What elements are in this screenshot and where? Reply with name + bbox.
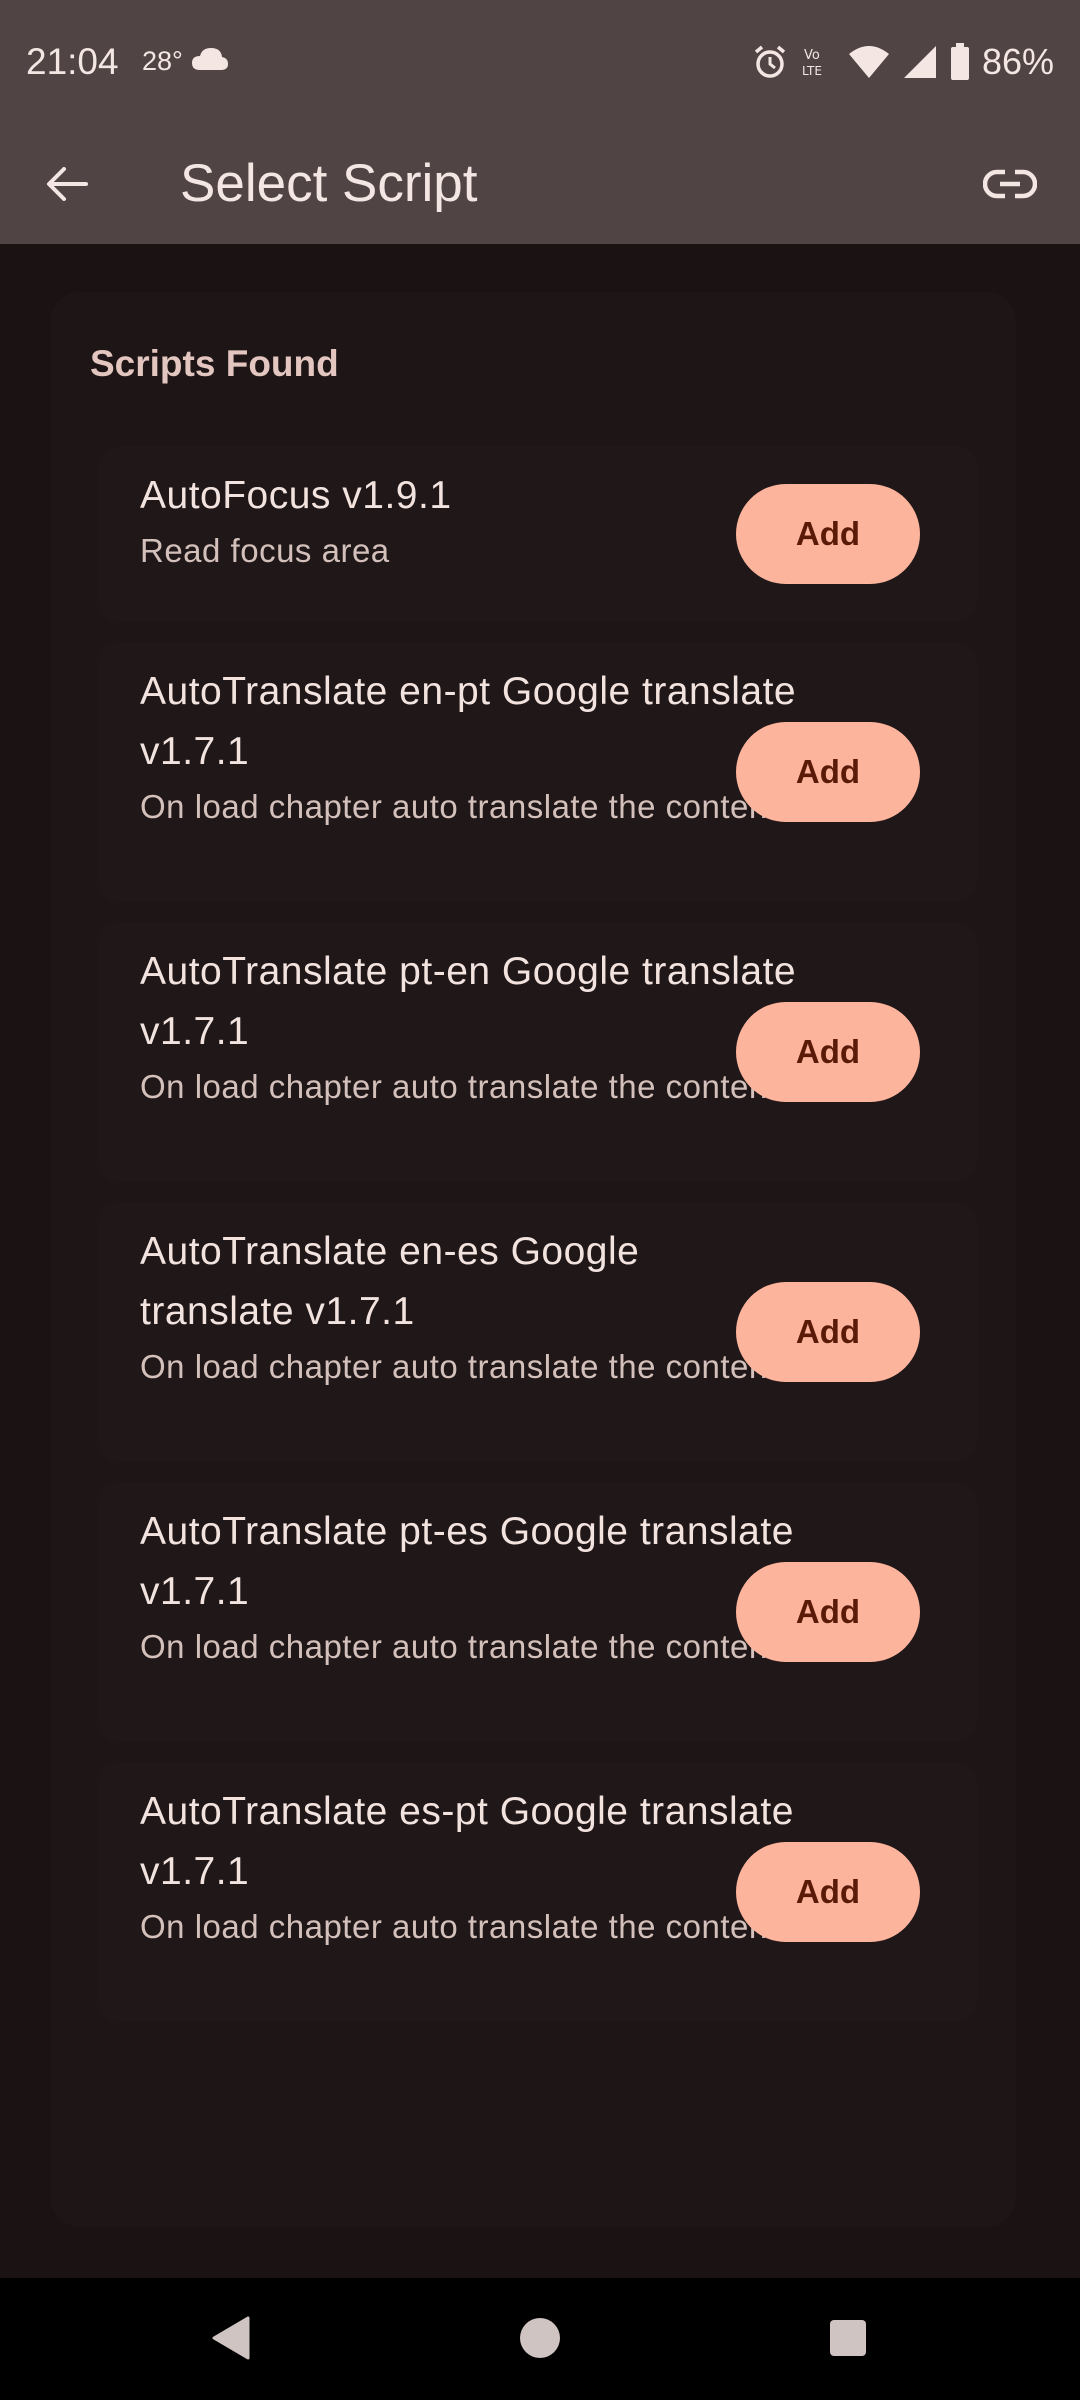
app-bar: Select Script bbox=[0, 124, 1080, 244]
script-name: AutoTranslate es-pt Google translate v1.… bbox=[140, 1790, 794, 1893]
script-description: On load chapter auto translate the conte… bbox=[140, 1068, 778, 1105]
script-name: AutoTranslate en-pt Google translate v1.… bbox=[140, 670, 797, 773]
page-title: Select Script bbox=[180, 154, 478, 213]
add-button[interactable]: Add bbox=[736, 484, 920, 584]
script-description: On load chapter auto translate the conte… bbox=[140, 788, 778, 825]
svg-text:Vo: Vo bbox=[804, 48, 820, 63]
status-icons: Vo LTE 86% bbox=[752, 38, 1054, 86]
script-item-autotranslate-pt-es: AutoTranslate pt-es Google translate v1.… bbox=[98, 1482, 978, 1742]
scripts-found-heading: Scripts Found bbox=[90, 343, 339, 384]
status-temperature: 28° bbox=[142, 46, 183, 76]
script-item-autotranslate-en-pt: AutoTranslate en-pt Google translate v1.… bbox=[98, 642, 978, 902]
battery-icon bbox=[950, 43, 969, 80]
status-time: 21:04 bbox=[26, 41, 119, 82]
nav-recents-button[interactable] bbox=[816, 2306, 880, 2370]
back-button[interactable] bbox=[30, 148, 102, 220]
add-button[interactable]: Add bbox=[736, 1562, 920, 1662]
script-item-autotranslate-pt-en: AutoTranslate pt-en Google translate v1.… bbox=[98, 922, 978, 1182]
link-icon bbox=[983, 169, 1037, 199]
add-button[interactable]: Add bbox=[736, 1842, 920, 1942]
script-item-autofocus: AutoFocus v1.9.1 Read focus area Add bbox=[98, 446, 978, 622]
volte-icon: Vo LTE bbox=[802, 48, 822, 78]
battery-percentage: 86% bbox=[981, 41, 1054, 82]
svg-text:LTE: LTE bbox=[802, 64, 822, 78]
script-description: On load chapter auto translate the conte… bbox=[140, 1908, 778, 1945]
nav-back-button[interactable] bbox=[198, 2306, 262, 2370]
add-button[interactable]: Add bbox=[736, 1002, 920, 1102]
script-item-autotranslate-en-es: AutoTranslate en-es Google translate v1.… bbox=[98, 1202, 978, 1462]
add-button[interactable]: Add bbox=[736, 1282, 920, 1382]
add-button[interactable]: Add bbox=[736, 722, 920, 822]
wifi-icon bbox=[848, 46, 889, 78]
script-list: AutoFocus v1.9.1 Read focus area Add Aut… bbox=[98, 446, 978, 2042]
cloud-icon bbox=[192, 48, 228, 70]
script-description: Read focus area bbox=[140, 532, 390, 569]
nav-home-icon bbox=[520, 2318, 560, 2358]
status-bar: 21:04 28° Vo LTE 86% bbox=[0, 0, 1080, 124]
script-name: AutoFocus v1.9.1 bbox=[140, 474, 452, 517]
signal-icon bbox=[903, 46, 936, 78]
script-description: On load chapter auto translate the conte… bbox=[140, 1348, 778, 1385]
nav-recents-icon bbox=[830, 2320, 866, 2356]
arrow-back-icon bbox=[47, 167, 88, 201]
nav-home-button[interactable] bbox=[508, 2306, 572, 2370]
navigation-bar bbox=[0, 2278, 1080, 2400]
nav-back-icon bbox=[212, 2316, 250, 2360]
script-name: AutoTranslate pt-en Google translate v1.… bbox=[140, 950, 797, 1053]
script-name: AutoTranslate en-es Google translate v1.… bbox=[140, 1230, 640, 1333]
link-button[interactable] bbox=[970, 148, 1050, 220]
script-name: AutoTranslate pt-es Google translate v1.… bbox=[140, 1510, 794, 1613]
alarm-icon bbox=[754, 45, 786, 78]
script-item-autotranslate-es-pt: AutoTranslate es-pt Google translate v1.… bbox=[98, 1762, 978, 2022]
script-description: On load chapter auto translate the conte… bbox=[140, 1628, 778, 1665]
